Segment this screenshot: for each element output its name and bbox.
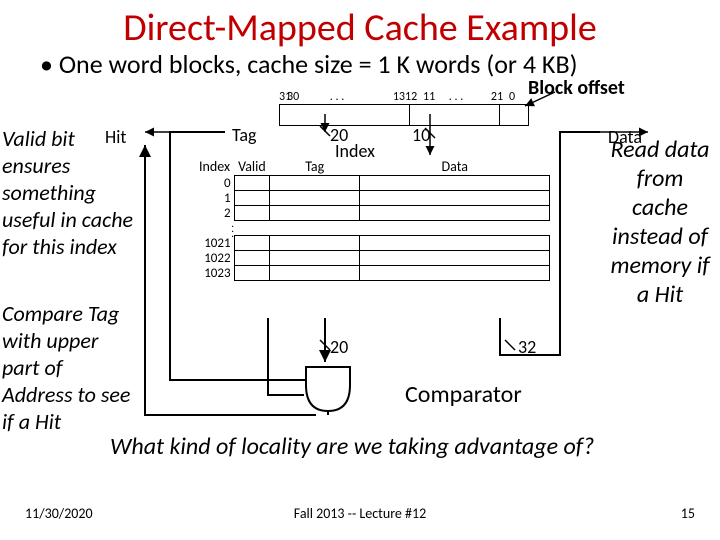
index-width-label: 10: [412, 124, 430, 146]
hdr-valid: Valid: [234, 158, 270, 176]
address-register: 31 30 . . . 13 12 11 . . . 2 1 0: [279, 90, 529, 126]
data-width-label: 32: [518, 336, 536, 358]
addr-index-segment: [410, 105, 500, 125]
locality-question: What kind of locality are we taking adva…: [110, 432, 594, 461]
data-output-label: Data: [608, 126, 642, 148]
and-gate-icon: [300, 365, 356, 415]
row-idx: 1: [195, 191, 234, 206]
bit-30: 30: [287, 90, 307, 104]
bullet-line: • One word blocks, cache size = 1 K word…: [40, 48, 577, 80]
row-idx: 1021: [195, 236, 234, 251]
bit-12: 12: [405, 90, 423, 104]
addr-tag-segment: [280, 105, 410, 125]
note-read-data: Read data from cache instead of memory i…: [610, 135, 710, 309]
tag-label: Tag: [232, 124, 256, 146]
addr-offset-segment: [500, 105, 528, 125]
cmp-width-label: 20: [330, 336, 348, 358]
row-idx: 0: [195, 176, 234, 191]
footer-page-number: 15: [681, 505, 695, 522]
hit-output-label: Hit: [105, 126, 126, 148]
row-idx: 1023: [195, 266, 234, 281]
bits-dots: . . .: [307, 90, 367, 104]
hdr-data: Data: [360, 158, 550, 176]
footer-lecture: Fall 2013 -- Lecture #12: [0, 505, 720, 522]
bit-2: 2: [471, 90, 497, 104]
hdr-index: Index: [195, 158, 234, 176]
bit-0: 0: [509, 90, 521, 104]
cache-table: Index Valid Tag Data 0 1 2 . . . 1021 10…: [195, 158, 550, 281]
bit-11: 11: [423, 90, 441, 104]
hdr-tag: Tag: [270, 158, 360, 176]
bits-dots-2: . . .: [441, 90, 471, 104]
note-compare-tag: Compare Tag with upper part of Address t…: [2, 300, 137, 435]
row-idx: 2: [195, 206, 234, 221]
bit-13: 13: [367, 90, 405, 104]
row-idx: 1022: [195, 251, 234, 266]
block-offset-label: Block offset: [528, 76, 625, 100]
comparator-label: Comparator: [405, 380, 522, 409]
bit-1: 1: [497, 90, 509, 104]
bit-31: 31: [279, 90, 287, 104]
slide-title: Direct-Mapped Cache Example: [0, 5, 720, 51]
